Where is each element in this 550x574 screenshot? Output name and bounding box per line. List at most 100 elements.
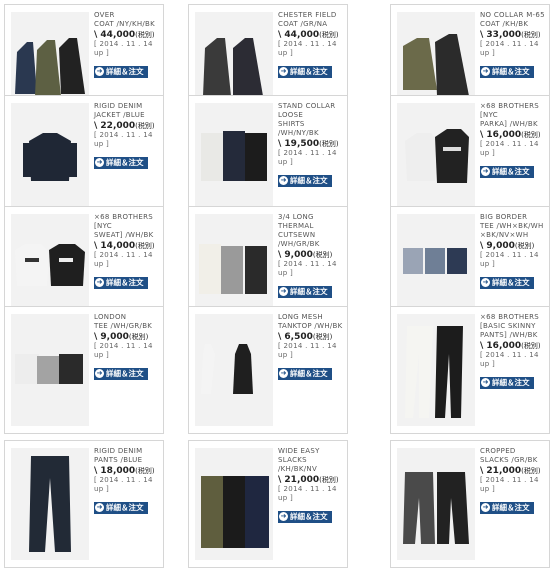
product-name[interactable]: BIG BORDER TEE /WH×BK/WH ×BK/NV×WH [480,213,548,240]
button-label: 詳細＆注文 [290,287,328,296]
product-name[interactable]: RIGID DENIM JACKET /BLUE [94,102,162,120]
product-name[interactable]: ×68 BROTHERS [NYC PARKA] /WH/BK [480,102,548,129]
product-price: \ 9,000 [94,332,129,342]
product-photo[interactable] [397,314,475,426]
product-price: \ 16,000 [480,341,522,351]
update-date: [ 2014 . 11 . 14 up ] [94,251,153,268]
product-photo[interactable] [11,103,89,215]
product-photo[interactable] [195,103,273,215]
detail-order-button[interactable]: ➜ 詳細＆注文 [480,501,534,514]
detail-order-button[interactable]: ➜ 詳細＆注文 [278,510,332,523]
product-photo[interactable] [397,103,475,215]
product-photo[interactable] [11,314,89,426]
update-date: [ 2014 . 11 . 14 up ] [94,40,153,57]
update-date: [ 2014 . 11 . 14 up ] [278,485,337,502]
detail-order-button[interactable]: ➜ 詳細＆注文 [94,276,148,289]
button-label: 詳細＆注文 [492,67,530,76]
tax-note: (税別) [312,251,333,259]
product-name[interactable]: RIGID DENIM PANTS /BLUE [94,447,162,465]
product-name[interactable]: CHESTER FIELD COAT /GR/NA [278,11,346,29]
button-label: 詳細＆注文 [492,378,530,387]
arrow-right-icon: ➜ [95,278,104,287]
update-date: [ 2014 . 11 . 14 up ] [94,342,153,359]
product-price: \ 14,000 [94,241,136,251]
product-card[interactable]: LONDON TEE /WH/GR/BK \ 9,000(税別) [ 2014 … [4,306,164,434]
product-price: \ 16,000 [480,130,522,140]
arrow-right-icon: ➜ [481,378,490,387]
detail-order-button[interactable]: ➜ 詳細＆注文 [278,174,332,187]
tax-note: (税別) [135,242,155,250]
arrow-right-icon: ➜ [481,278,490,287]
tax-note: (税別) [319,476,339,484]
product-name[interactable]: CROPPED SLACKS /GR/BK [480,447,548,465]
button-label: 詳細＆注文 [290,369,328,378]
arrow-right-icon: ➜ [279,287,288,296]
update-date: [ 2014 . 11 . 14 up ] [480,251,539,268]
product-name[interactable]: WIDE EASY SLACKS /KH/BK/NV [278,447,346,474]
product-name[interactable]: LONDON TEE /WH/GR/BK [94,313,162,331]
tax-note: (税別) [521,467,541,475]
arrow-right-icon: ➜ [95,369,104,378]
product-card[interactable]: ×68 BROTHERS [BASIC SKINNY PANTS] /WH/BK… [390,306,550,434]
detail-order-button[interactable]: ➜ 詳細＆注文 [278,285,332,298]
tax-note: (税別) [514,242,535,250]
detail-order-button[interactable]: ➜ 詳細＆注文 [480,276,534,289]
detail-order-button[interactable]: ➜ 詳細＆注文 [480,376,534,389]
arrow-right-icon: ➜ [481,167,490,176]
button-label: 詳細＆注文 [290,176,328,185]
product-name[interactable]: NO COLLAR M-65 COAT /KH/BK [480,11,548,29]
detail-order-button[interactable]: ➜ 詳細＆注文 [278,65,332,78]
tax-note: (税別) [135,467,155,475]
update-date: [ 2014 . 11 . 14 up ] [480,40,539,57]
button-label: 詳細＆注文 [492,503,530,512]
detail-order-button[interactable]: ➜ 詳細＆注文 [94,501,148,514]
product-card[interactable]: CROPPED SLACKS /GR/BK \ 21,000(税別) [ 201… [390,440,550,568]
product-name[interactable]: OVER COAT /NY/KH/BK [94,11,162,29]
product-name[interactable]: LONG MESH TANKTOP /WH/BK [278,313,346,331]
arrow-right-icon: ➜ [95,158,104,167]
arrow-right-icon: ➜ [279,67,288,76]
button-label: 詳細＆注文 [106,278,144,287]
product-price: \ 6,500 [278,332,313,342]
button-label: 詳細＆注文 [106,503,144,512]
button-label: 詳細＆注文 [492,167,530,176]
product-card[interactable]: ×68 BROTHERS [NYC PARKA] /WH/BK \ 16,000… [390,95,550,223]
product-price: \ 18,000 [94,466,136,476]
detail-order-button[interactable]: ➜ 詳細＆注文 [94,367,148,380]
product-card[interactable]: LONG MESH TANKTOP /WH/BK \ 6,500(税別) [ 2… [188,306,348,434]
button-label: 詳細＆注文 [492,278,530,287]
arrow-right-icon: ➜ [279,369,288,378]
update-date: [ 2014 . 11 . 14 up ] [278,40,337,57]
product-photo[interactable] [11,448,89,560]
product-name[interactable]: ×68 BROTHERS [BASIC SKINNY PANTS] /WH/BK [480,313,548,340]
update-date: [ 2014 . 11 . 14 up ] [94,476,153,493]
product-price: \ 9,000 [278,250,313,260]
update-date: [ 2014 . 11 . 14 up ] [278,149,337,166]
arrow-right-icon: ➜ [95,503,104,512]
tax-note: (税別) [135,31,155,39]
tax-note: (税別) [319,140,339,148]
tax-note: (税別) [135,122,155,130]
detail-order-button[interactable]: ➜ 詳細＆注文 [480,65,534,78]
update-date: [ 2014 . 11 . 14 up ] [480,476,539,493]
tax-note: (税別) [521,131,541,139]
arrow-right-icon: ➜ [279,176,288,185]
product-photo[interactable] [195,314,273,426]
product-name[interactable]: ×68 BROTHERS [NYC SWEAT] /WH/BK [94,213,162,240]
product-card[interactable]: RIGID DENIM PANTS /BLUE \ 18,000(税別) [ 2… [4,440,164,568]
detail-order-button[interactable]: ➜ 詳細＆注文 [94,65,148,78]
detail-order-button[interactable]: ➜ 詳細＆注文 [278,367,332,380]
detail-order-button[interactable]: ➜ 詳細＆注文 [480,165,534,178]
update-date: [ 2014 . 11 . 14 up ] [278,342,337,359]
button-label: 詳細＆注文 [290,512,328,521]
product-card[interactable]: RIGID DENIM JACKET /BLUE \ 22,000(税別) [ … [4,95,164,223]
product-photo[interactable] [397,448,475,560]
product-card[interactable]: STAND COLLAR LOOSE SHIRTS /WH/NY/BK \ 19… [188,95,348,223]
product-name[interactable]: 3/4 LONG THERMAL CUTSEWN /WH/GR/BK [278,213,346,249]
detail-order-button[interactable]: ➜ 詳細＆注文 [94,156,148,169]
tax-note: (税別) [128,333,149,341]
product-photo[interactable] [195,448,273,560]
update-date: [ 2014 . 11 . 14 up ] [278,260,337,277]
product-card[interactable]: WIDE EASY SLACKS /KH/BK/NV \ 21,000(税別) … [188,440,348,568]
product-name[interactable]: STAND COLLAR LOOSE SHIRTS /WH/NY/BK [278,102,346,138]
